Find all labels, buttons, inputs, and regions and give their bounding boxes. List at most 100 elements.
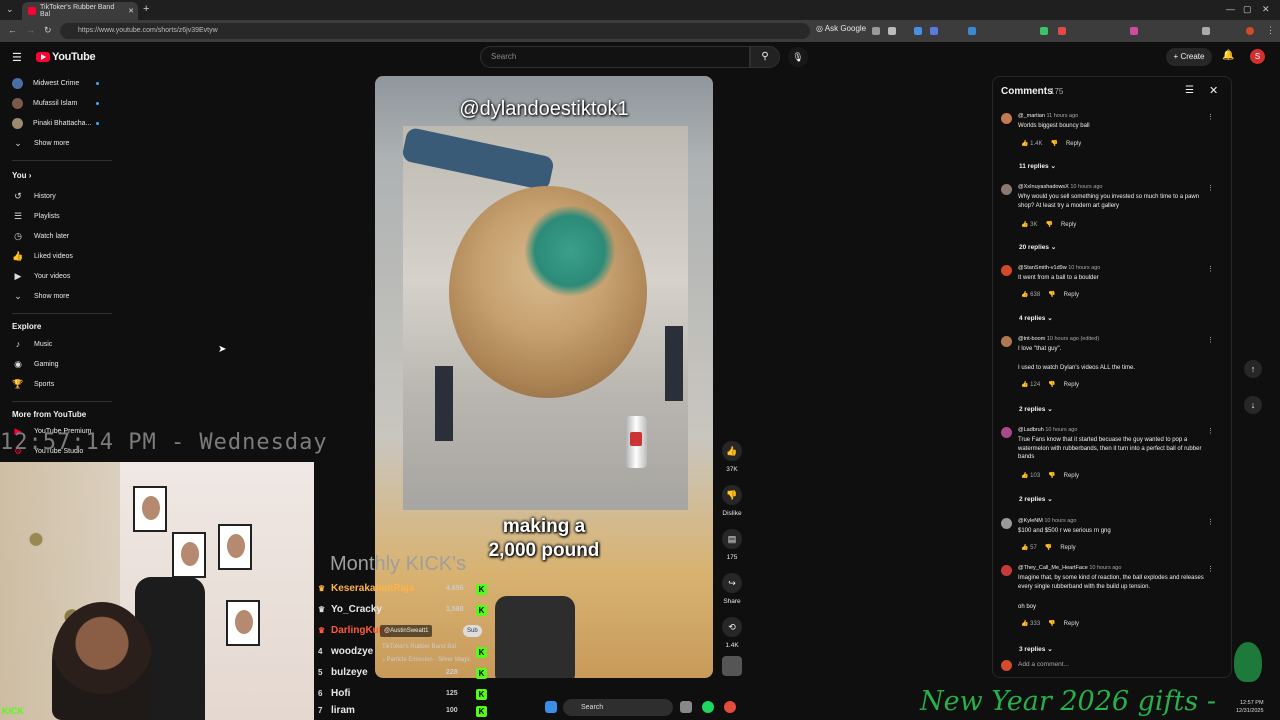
task-view-icon[interactable] <box>680 701 692 713</box>
forward-icon[interactable]: → <box>26 25 35 35</box>
next-short-button[interactable]: ↓ <box>1244 396 1262 414</box>
comment-avatar[interactable] <box>1001 336 1012 347</box>
comment-dislike-button[interactable]: 👎 <box>1045 544 1052 551</box>
voice-search-button[interactable]: 🎙 <box>788 47 808 67</box>
sidebar-heading-you[interactable]: You › <box>12 171 31 180</box>
comment-author[interactable]: @Ladbruh 10 hours ago <box>1018 427 1077 433</box>
cast-icon[interactable] <box>872 27 880 35</box>
comment-like-button[interactable]: 👍 124 <box>1021 381 1040 388</box>
comment-avatar[interactable] <box>1001 427 1012 438</box>
comment-like-button[interactable]: 👍 57 <box>1021 544 1037 551</box>
sidebar-item-music[interactable]: ♪ Music <box>12 337 53 351</box>
browser-tab-active[interactable]: TikToker's Rubber Band Bal ✕ <box>22 2 138 20</box>
search-input[interactable]: Search <box>480 46 750 68</box>
remix-button[interactable]: ⟲ <box>722 617 742 637</box>
comment-avatar[interactable] <box>1001 184 1012 195</box>
close-comments-icon[interactable]: ✕ <box>1209 84 1218 97</box>
sort-comments-icon[interactable]: ☰ <box>1185 85 1194 96</box>
comment-reply-button[interactable]: Reply <box>1064 382 1079 388</box>
comment-more-icon[interactable]: ⋮ <box>1207 336 1214 344</box>
tab-search-icon[interactable]: ⌄ <box>6 4 14 15</box>
view-replies-button[interactable]: 2 replies ⌄ <box>1019 495 1053 503</box>
comment-like-button[interactable]: 👍 1.4K <box>1021 140 1042 147</box>
chrome-icon[interactable] <box>724 701 736 713</box>
search-button[interactable]: ⚲ <box>750 46 780 68</box>
create-button[interactable]: + Create <box>1166 48 1212 66</box>
profile-icon[interactable] <box>1246 27 1254 35</box>
view-replies-button[interactable]: 11 replies ⌄ <box>1019 162 1056 170</box>
comment-avatar[interactable] <box>1001 518 1012 529</box>
taskbar-clock[interactable]: 12:57 PM 12/31/2025 <box>1236 699 1264 715</box>
comment-like-button[interactable]: 👍 3K <box>1021 221 1037 228</box>
sidebar-item-history[interactable]: ↺ History <box>12 189 56 203</box>
comment-dislike-button[interactable]: 👎 <box>1048 620 1055 627</box>
extensions-puzzle-icon[interactable] <box>1202 27 1210 35</box>
add-comment-input[interactable]: Add a comment... <box>1001 659 1223 673</box>
extension-icon[interactable] <box>1040 27 1048 35</box>
comment-like-button[interactable]: 👍 103 <box>1021 472 1040 479</box>
comment-reply-button[interactable]: Reply <box>1064 473 1079 479</box>
hamburger-menu-icon[interactable]: ☰ <box>12 51 22 64</box>
sidebar-item-playlists[interactable]: ☰ Playlists <box>12 209 60 223</box>
comment-more-icon[interactable]: ⋮ <box>1207 518 1214 526</box>
comment-reply-button[interactable]: Reply <box>1064 621 1079 627</box>
comment-dislike-button[interactable]: 👎 <box>1048 291 1055 298</box>
url-input[interactable]: https://www.youtube.com/shorts/z6jv39Evt… <box>60 23 810 39</box>
comment-dislike-button[interactable]: 👎 <box>1048 381 1055 388</box>
comment-dislike-button[interactable]: 👎 <box>1050 140 1057 147</box>
maximize-icon[interactable]: ▢ <box>1243 4 1252 15</box>
like-button[interactable]: 👍 <box>722 441 742 461</box>
extension-icon[interactable] <box>968 27 976 35</box>
bookmark-star-icon[interactable] <box>888 27 896 35</box>
previous-short-button[interactable]: ↑ <box>1244 360 1262 378</box>
back-icon[interactable]: ← <box>8 25 17 35</box>
sound-thumbnail[interactable] <box>722 656 742 676</box>
comment-reply-button[interactable]: Reply <box>1066 141 1081 147</box>
sidebar-item-gaming[interactable]: ◉ Gaming <box>12 357 58 371</box>
comments-button[interactable]: ▤ <box>722 529 742 549</box>
sidebar-item-subscription[interactable]: Midwest Crime <box>12 76 79 90</box>
comment-author[interactable]: @StanSmith-v1d9w 10 hours ago <box>1018 265 1100 271</box>
view-replies-button[interactable]: 4 replies ⌄ <box>1019 314 1053 322</box>
extension-icon[interactable] <box>1130 27 1138 35</box>
sidebar-item-liked-videos[interactable]: 👍 Liked videos <box>12 249 73 263</box>
extension-icon[interactable] <box>930 27 938 35</box>
comment-reply-button[interactable]: Reply <box>1060 545 1075 551</box>
new-tab-button[interactable]: + <box>143 3 149 15</box>
taskbar-search[interactable]: Search <box>563 699 673 716</box>
sidebar-show-more-subscriptions[interactable]: ⌄ Show more <box>12 136 69 150</box>
share-button[interactable]: ↪ <box>722 573 742 593</box>
comment-more-icon[interactable]: ⋮ <box>1207 113 1214 121</box>
sidebar-item-sports[interactable]: 🏆 Sports <box>12 377 54 391</box>
extension-icon[interactable] <box>1058 27 1066 35</box>
dislike-button[interactable]: 👎 <box>722 485 742 505</box>
windows-start-icon[interactable] <box>545 701 557 713</box>
window-close-icon[interactable]: ✕ <box>1262 4 1270 15</box>
sidebar-item-watch-later[interactable]: ◷ Watch later <box>12 229 69 243</box>
spotify-icon[interactable] <box>702 701 714 713</box>
comment-more-icon[interactable]: ⋮ <box>1207 427 1214 435</box>
comment-author[interactable]: @XxInuyashadowsX 10 hours ago <box>1018 184 1102 190</box>
youtube-logo-text[interactable]: YouTube <box>52 51 96 63</box>
comment-avatar[interactable] <box>1001 565 1012 576</box>
view-replies-button[interactable]: 20 replies ⌄ <box>1019 243 1056 251</box>
notifications-bell-icon[interactable]: 🔔 <box>1222 50 1234 61</box>
comment-author[interactable]: @KyleNM 10 hours ago <box>1018 518 1076 524</box>
sidebar-item-subscription[interactable]: Mufassil Islam <box>12 96 77 110</box>
comment-avatar[interactable] <box>1001 113 1012 124</box>
sidebar-item-your-videos[interactable]: ▶ Your videos <box>12 269 71 283</box>
comment-more-icon[interactable]: ⋮ <box>1207 184 1214 192</box>
comment-reply-button[interactable]: Reply <box>1061 222 1076 228</box>
comment-avatar[interactable] <box>1001 265 1012 276</box>
comment-like-button[interactable]: 👍 333 <box>1021 620 1040 627</box>
comment-like-button[interactable]: 👍 638 <box>1021 291 1040 298</box>
comment-author[interactable]: @They_Call_Me_HeartFace 10 hours ago <box>1018 565 1121 571</box>
sidebar-show-more-you[interactable]: ⌄ Show more <box>12 289 69 303</box>
reload-icon[interactable]: ↻ <box>44 25 52 36</box>
minimize-icon[interactable]: — <box>1226 4 1235 14</box>
comment-author[interactable]: @_martian 11 hours ago <box>1018 113 1078 119</box>
comment-more-icon[interactable]: ⋮ <box>1207 565 1214 573</box>
account-avatar[interactable]: S <box>1250 49 1265 64</box>
comment-reply-button[interactable]: Reply <box>1064 292 1079 298</box>
ask-google-button[interactable]: ◎ Ask Google <box>816 24 866 33</box>
